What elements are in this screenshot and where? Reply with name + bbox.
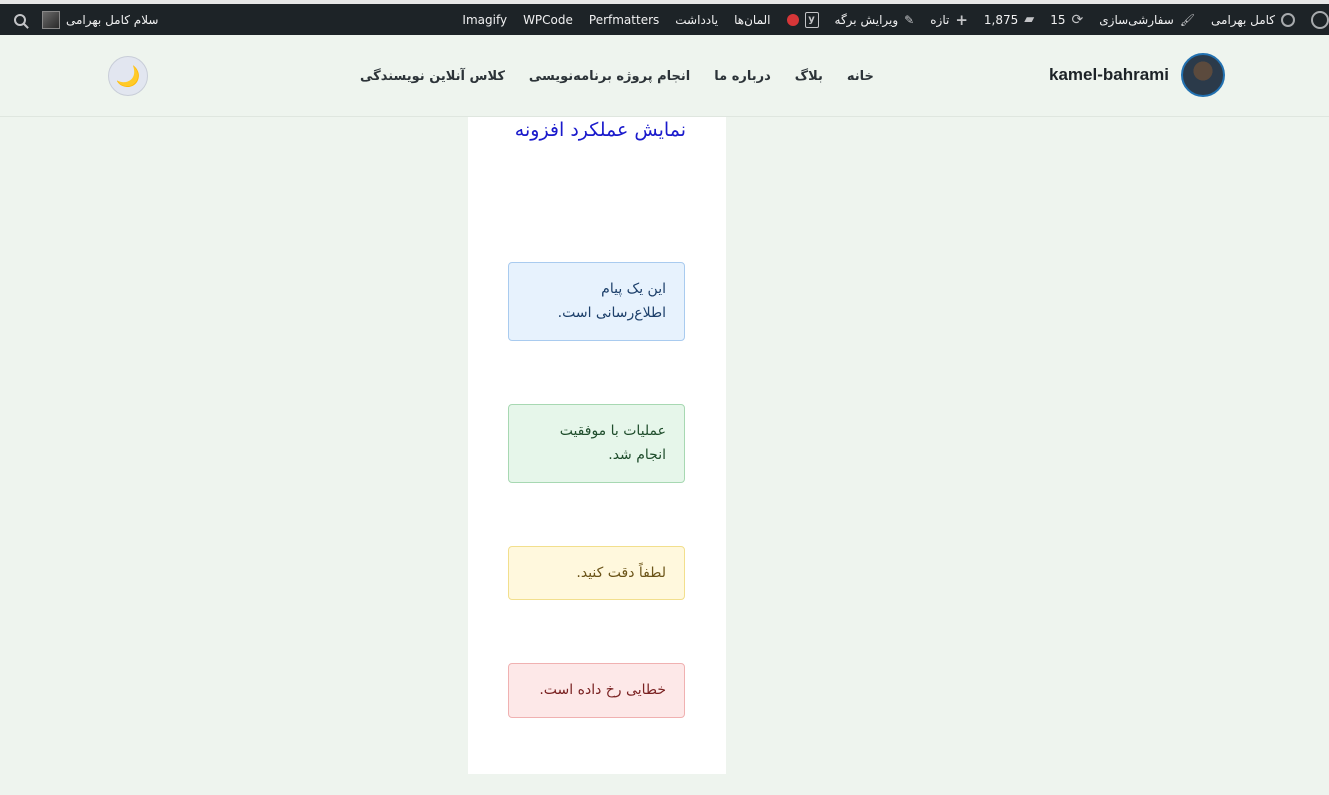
notes-menu[interactable]: یادداشت xyxy=(667,4,726,35)
yoast-icon: y xyxy=(804,11,819,28)
brand-avatar xyxy=(1181,53,1225,97)
comments-count: 1,875 xyxy=(983,12,1019,27)
site-brand[interactable]: kamel-bahrami xyxy=(1049,53,1225,97)
nav-item-home[interactable]: خانه xyxy=(847,69,874,84)
content-column: نمایش عملکرد افزونه این یک پیام اطلاع‌رس… xyxy=(468,117,726,774)
yoast-menu[interactable]: y xyxy=(779,4,827,35)
nav-item-about[interactable]: درباره ما xyxy=(714,69,771,84)
perfmatters-menu[interactable]: Perfmatters xyxy=(581,4,667,35)
new-label: تازه xyxy=(930,12,950,27)
edit-page-menu[interactable]: ✎ ویرایش برگه xyxy=(827,4,923,35)
nav-item-blog[interactable]: بلاگ xyxy=(795,69,823,84)
elements-menu[interactable]: المان‌ها xyxy=(726,4,778,35)
updates-menu[interactable]: ⟳ 15 xyxy=(1042,4,1091,35)
nav-item-programming-projects[interactable]: انجام پروژه برنامه‌نویسی xyxy=(529,69,690,84)
seo-status-dot xyxy=(786,13,799,26)
edit-page-label: ویرایش برگه xyxy=(834,12,899,27)
site-name-menu[interactable]: کامل بهرامی xyxy=(1203,4,1303,35)
admin-bar-secondary: سلام کامل بهرامی xyxy=(0,4,166,35)
comment-icon: ▰ xyxy=(1024,12,1035,27)
dashboard-icon xyxy=(1281,12,1295,27)
info-notice: این یک پیام اطلاع‌رسانی است. xyxy=(508,262,685,341)
brand-name: kamel-bahrami xyxy=(1049,65,1169,84)
theme-toggle-button[interactable]: 🌙 xyxy=(108,56,148,96)
new-content-menu[interactable]: + تازه xyxy=(922,4,976,35)
greeting-label: سلام کامل بهرامی xyxy=(66,12,159,27)
updates-count: 15 xyxy=(1050,12,1066,27)
comments-menu[interactable]: ▰ 1,875 xyxy=(976,4,1042,35)
perfmatters-label: Perfmatters xyxy=(588,12,660,27)
customize-menu[interactable]: 🖌 سفارشی‌سازی xyxy=(1091,4,1203,35)
search-toggle[interactable] xyxy=(0,4,34,35)
plus-icon: + xyxy=(955,10,968,29)
my-account-menu[interactable]: سلام کامل بهرامی xyxy=(34,4,166,35)
wordpress-icon xyxy=(1311,10,1329,29)
site-header: kamel-bahrami خانه بلاگ درباره ما انجام … xyxy=(0,35,1329,117)
error-notice: خطایی رخ داده است. xyxy=(508,663,685,718)
site-name-label: کامل بهرامی xyxy=(1211,12,1275,27)
moon-icon: 🌙 xyxy=(115,64,141,88)
customize-label: سفارشی‌سازی xyxy=(1099,12,1174,27)
main-nav: خانه بلاگ درباره ما انجام پروژه برنامه‌ن… xyxy=(360,35,874,117)
wp-logo-menu[interactable] xyxy=(1303,4,1329,35)
wpcode-label: WPCode xyxy=(523,12,573,27)
imagify-menu[interactable]: Imagify xyxy=(454,4,515,35)
user-avatar xyxy=(42,10,60,29)
nav-item-writing-class[interactable]: کلاس آنلاین نویسندگی xyxy=(360,69,505,84)
imagify-label: Imagify xyxy=(462,12,508,27)
elements-label: المان‌ها xyxy=(734,12,771,27)
pencil-icon: ✎ xyxy=(904,12,915,27)
warning-notice: لطفاً دقت کنید. xyxy=(508,546,685,600)
updates-icon: ⟳ xyxy=(1071,11,1084,28)
brush-icon: 🖌 xyxy=(1179,12,1196,27)
notes-label: یادداشت xyxy=(675,12,719,27)
page-title: نمایش عملکرد افزونه xyxy=(514,119,686,141)
success-notice: عملیات با موفقیت انجام شد. xyxy=(508,404,685,483)
search-icon xyxy=(14,13,26,26)
admin-bar: کامل بهرامی 🖌 سفارشی‌سازی ⟳ 15 ▰ 1,875 +… xyxy=(0,0,1329,35)
wpcode-menu[interactable]: WPCode xyxy=(515,4,581,35)
